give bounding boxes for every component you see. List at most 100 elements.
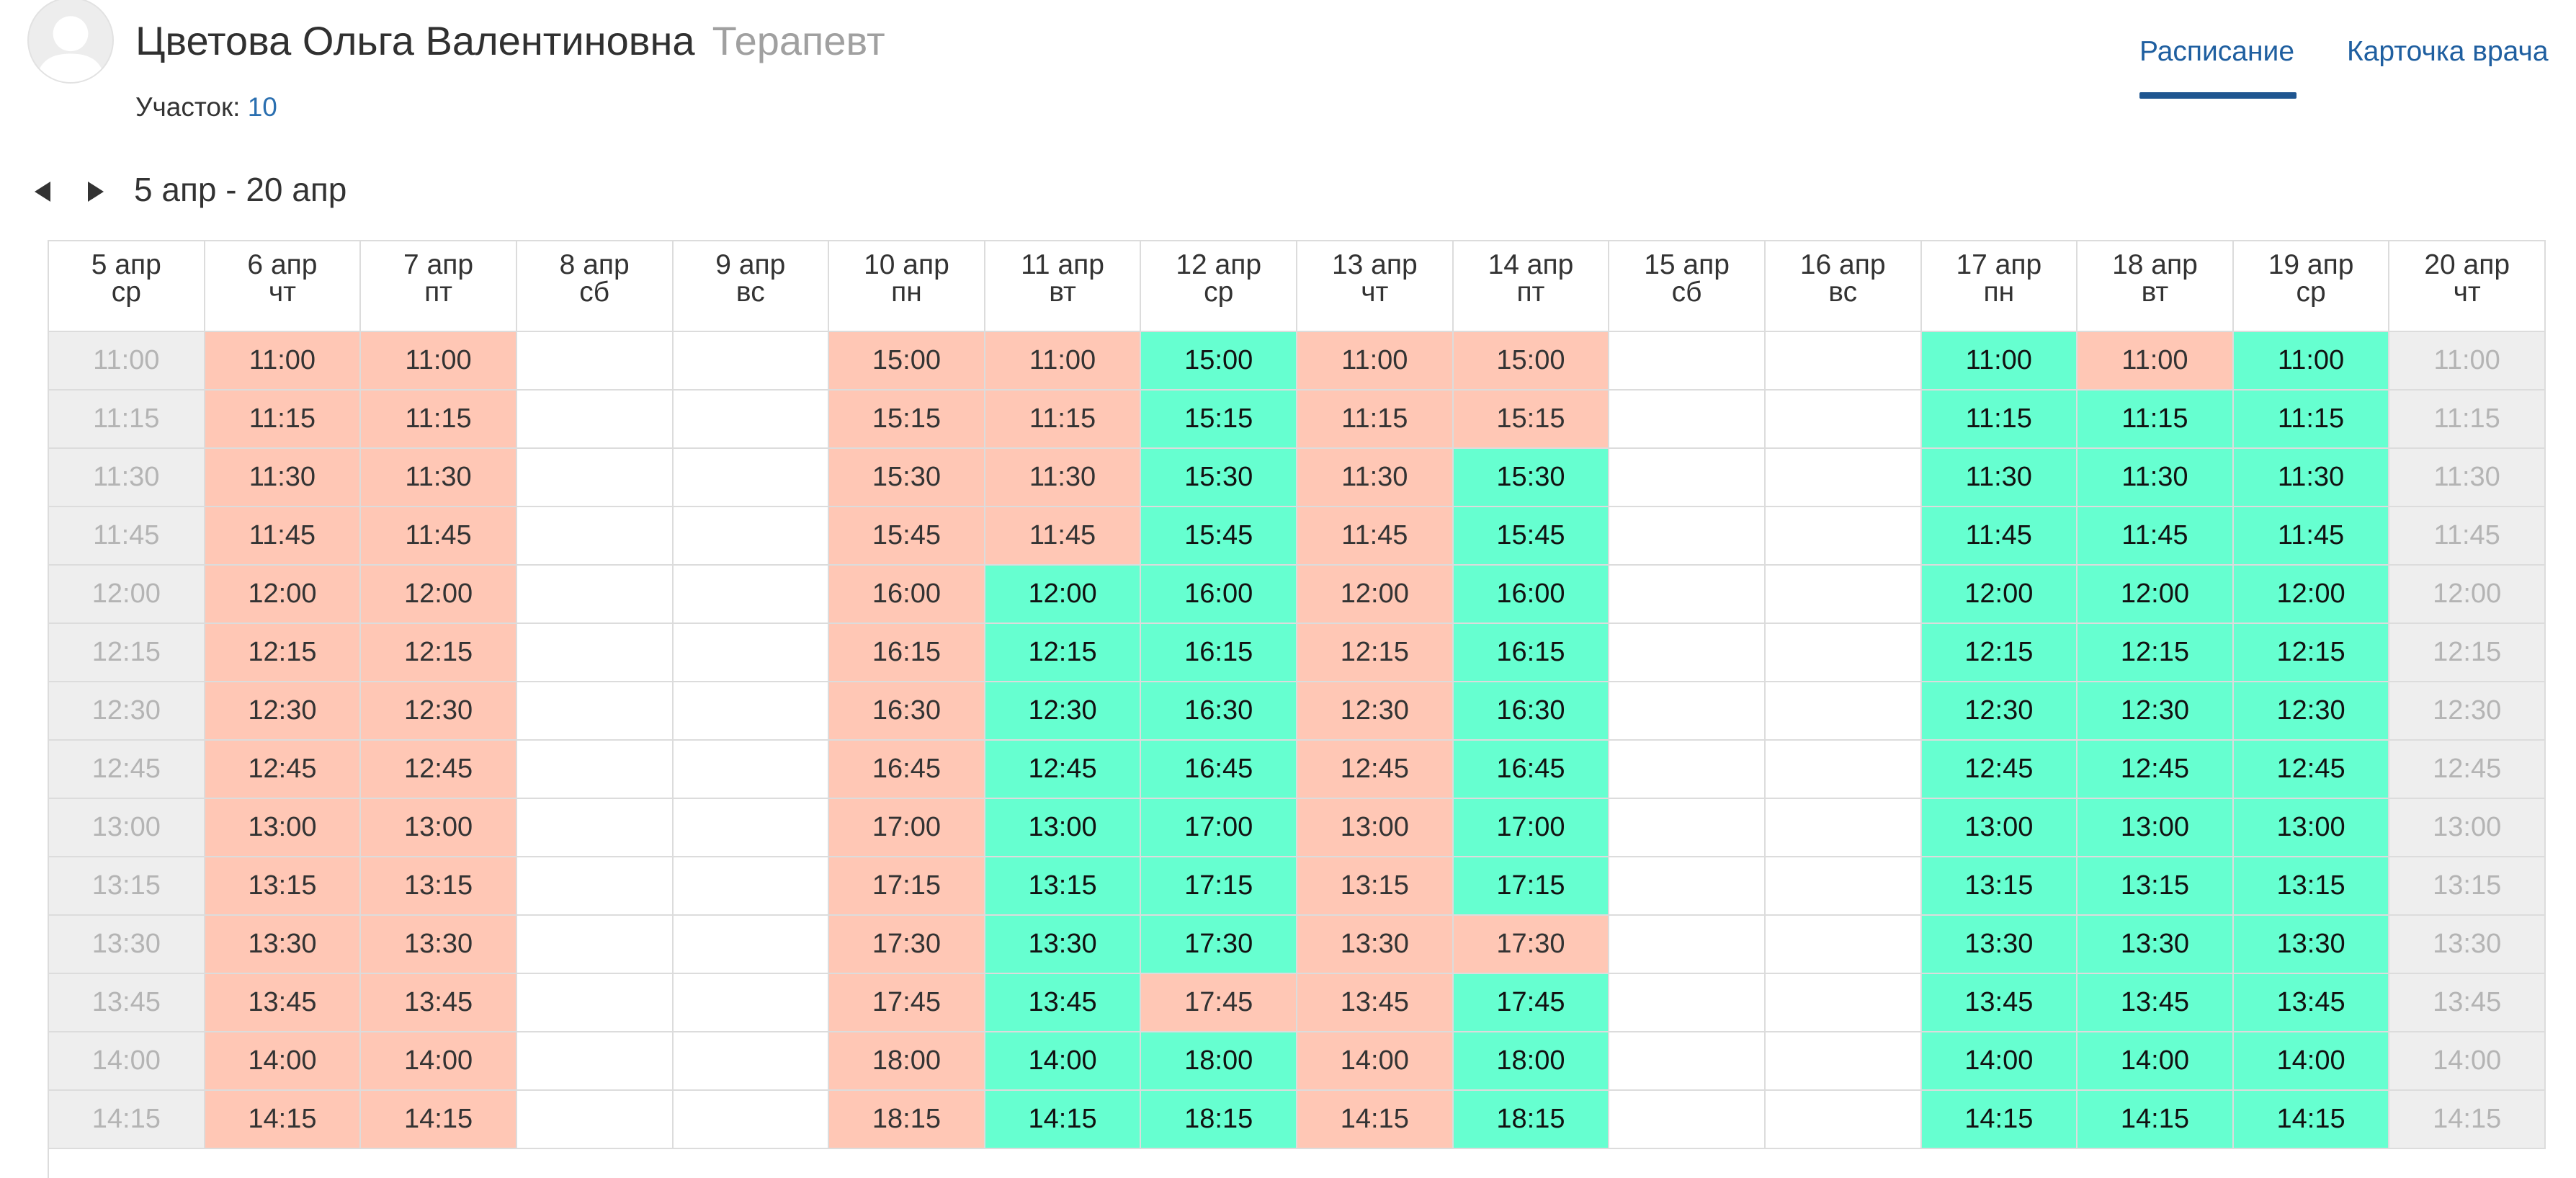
free-slot[interactable]: 11:15 xyxy=(1921,391,2078,449)
booked-slot[interactable]: 15:00 xyxy=(1453,332,1610,391)
booked-slot[interactable]: 12:30 xyxy=(1297,682,1454,741)
free-slot[interactable]: 12:30 xyxy=(1921,682,2078,741)
free-slot[interactable]: 13:15 xyxy=(985,857,1142,916)
free-slot[interactable]: 18:15 xyxy=(1141,1091,1297,1149)
free-slot[interactable]: 15:15 xyxy=(1141,391,1297,449)
free-slot[interactable]: 18:00 xyxy=(1453,1032,1610,1091)
booked-slot[interactable]: 16:45 xyxy=(829,741,985,799)
booked-slot[interactable]: 12:15 xyxy=(205,624,362,682)
free-slot[interactable]: 13:00 xyxy=(2078,799,2234,857)
booked-slot[interactable]: 12:00 xyxy=(361,566,517,624)
booked-slot[interactable]: 12:00 xyxy=(205,566,362,624)
free-slot[interactable]: 12:30 xyxy=(2233,682,2390,741)
booked-slot[interactable]: 11:15 xyxy=(205,391,362,449)
free-slot[interactable]: 11:45 xyxy=(2233,507,2390,566)
booked-slot[interactable]: 14:15 xyxy=(205,1091,362,1149)
free-slot[interactable]: 16:15 xyxy=(1141,624,1297,682)
booked-slot[interactable]: 15:00 xyxy=(829,332,985,391)
booked-slot[interactable]: 11:45 xyxy=(1297,507,1454,566)
tab-doctor-card[interactable]: Карточка врача xyxy=(2347,36,2549,68)
free-slot[interactable]: 12:15 xyxy=(1921,624,2078,682)
free-slot[interactable]: 14:15 xyxy=(1921,1091,2078,1149)
booked-slot[interactable]: 11:45 xyxy=(361,507,517,566)
free-slot[interactable]: 17:00 xyxy=(1453,799,1610,857)
free-slot[interactable]: 11:15 xyxy=(2233,391,2390,449)
booked-slot[interactable]: 13:00 xyxy=(361,799,517,857)
booked-slot[interactable]: 16:00 xyxy=(829,566,985,624)
booked-slot[interactable]: 11:45 xyxy=(205,507,362,566)
free-slot[interactable]: 12:00 xyxy=(2233,566,2390,624)
booked-slot[interactable]: 17:45 xyxy=(829,974,985,1032)
free-slot[interactable]: 16:00 xyxy=(1141,566,1297,624)
free-slot[interactable]: 11:30 xyxy=(1921,449,2078,507)
free-slot[interactable]: 13:00 xyxy=(985,799,1142,857)
free-slot[interactable]: 12:00 xyxy=(2078,566,2234,624)
free-slot[interactable]: 15:45 xyxy=(1453,507,1610,566)
booked-slot[interactable]: 14:00 xyxy=(361,1032,517,1091)
free-slot[interactable]: 11:45 xyxy=(2078,507,2234,566)
booked-slot[interactable]: 13:00 xyxy=(205,799,362,857)
free-slot[interactable]: 14:15 xyxy=(2233,1091,2390,1149)
free-slot[interactable]: 13:15 xyxy=(2233,857,2390,916)
free-slot[interactable]: 13:15 xyxy=(2078,857,2234,916)
booked-slot[interactable]: 12:30 xyxy=(205,682,362,741)
free-slot[interactable]: 16:00 xyxy=(1453,566,1610,624)
free-slot[interactable]: 13:45 xyxy=(985,974,1142,1032)
free-slot[interactable]: 11:30 xyxy=(2078,449,2234,507)
free-slot[interactable]: 14:15 xyxy=(985,1091,1142,1149)
booked-slot[interactable]: 17:00 xyxy=(829,799,985,857)
free-slot[interactable]: 17:45 xyxy=(1453,974,1610,1032)
free-slot[interactable]: 15:45 xyxy=(1141,507,1297,566)
free-slot[interactable]: 14:00 xyxy=(2233,1032,2390,1091)
free-slot[interactable]: 13:30 xyxy=(1921,916,2078,974)
booked-slot[interactable]: 17:30 xyxy=(829,916,985,974)
free-slot[interactable]: 12:00 xyxy=(985,566,1142,624)
booked-slot[interactable]: 11:15 xyxy=(361,391,517,449)
booked-slot[interactable]: 12:30 xyxy=(361,682,517,741)
booked-slot[interactable]: 15:30 xyxy=(829,449,985,507)
free-slot[interactable]: 13:15 xyxy=(1921,857,2078,916)
free-slot[interactable]: 17:15 xyxy=(1141,857,1297,916)
prev-period-button[interactable] xyxy=(29,177,58,206)
booked-slot[interactable]: 12:15 xyxy=(361,624,517,682)
booked-slot[interactable]: 14:15 xyxy=(1297,1091,1454,1149)
booked-slot[interactable]: 11:00 xyxy=(205,332,362,391)
booked-slot[interactable]: 11:00 xyxy=(985,332,1142,391)
free-slot[interactable]: 15:30 xyxy=(1141,449,1297,507)
free-slot[interactable]: 12:45 xyxy=(1921,741,2078,799)
booked-slot[interactable]: 12:00 xyxy=(1297,566,1454,624)
free-slot[interactable]: 12:45 xyxy=(985,741,1142,799)
booked-slot[interactable]: 17:30 xyxy=(1453,916,1610,974)
free-slot[interactable]: 13:45 xyxy=(1921,974,2078,1032)
free-slot[interactable]: 11:15 xyxy=(2078,391,2234,449)
booked-slot[interactable]: 11:30 xyxy=(985,449,1142,507)
free-slot[interactable]: 16:30 xyxy=(1453,682,1610,741)
free-slot[interactable]: 17:00 xyxy=(1141,799,1297,857)
free-slot[interactable]: 11:45 xyxy=(1921,507,2078,566)
booked-slot[interactable]: 12:45 xyxy=(1297,741,1454,799)
free-slot[interactable]: 12:45 xyxy=(2233,741,2390,799)
booked-slot[interactable]: 11:00 xyxy=(1297,332,1454,391)
booked-slot[interactable]: 17:45 xyxy=(1141,974,1297,1032)
free-slot[interactable]: 11:30 xyxy=(2233,449,2390,507)
free-slot[interactable]: 15:00 xyxy=(1141,332,1297,391)
free-slot[interactable]: 12:15 xyxy=(2233,624,2390,682)
booked-slot[interactable]: 13:15 xyxy=(1297,857,1454,916)
booked-slot[interactable]: 16:15 xyxy=(829,624,985,682)
booked-slot[interactable]: 11:30 xyxy=(361,449,517,507)
booked-slot[interactable]: 11:00 xyxy=(2078,332,2234,391)
free-slot[interactable]: 12:00 xyxy=(1921,566,2078,624)
free-slot[interactable]: 16:15 xyxy=(1453,624,1610,682)
booked-slot[interactable]: 15:15 xyxy=(829,391,985,449)
booked-slot[interactable]: 13:00 xyxy=(1297,799,1454,857)
booked-slot[interactable]: 18:00 xyxy=(829,1032,985,1091)
tab-schedule[interactable]: Расписание xyxy=(2139,36,2294,68)
booked-slot[interactable]: 14:00 xyxy=(1297,1032,1454,1091)
free-slot[interactable]: 14:15 xyxy=(2078,1091,2234,1149)
free-slot[interactable]: 13:30 xyxy=(985,916,1142,974)
booked-slot[interactable]: 14:00 xyxy=(205,1032,362,1091)
booked-slot[interactable]: 18:15 xyxy=(829,1091,985,1149)
booked-slot[interactable]: 13:45 xyxy=(361,974,517,1032)
booked-slot[interactable]: 13:45 xyxy=(1297,974,1454,1032)
free-slot[interactable]: 12:15 xyxy=(985,624,1142,682)
